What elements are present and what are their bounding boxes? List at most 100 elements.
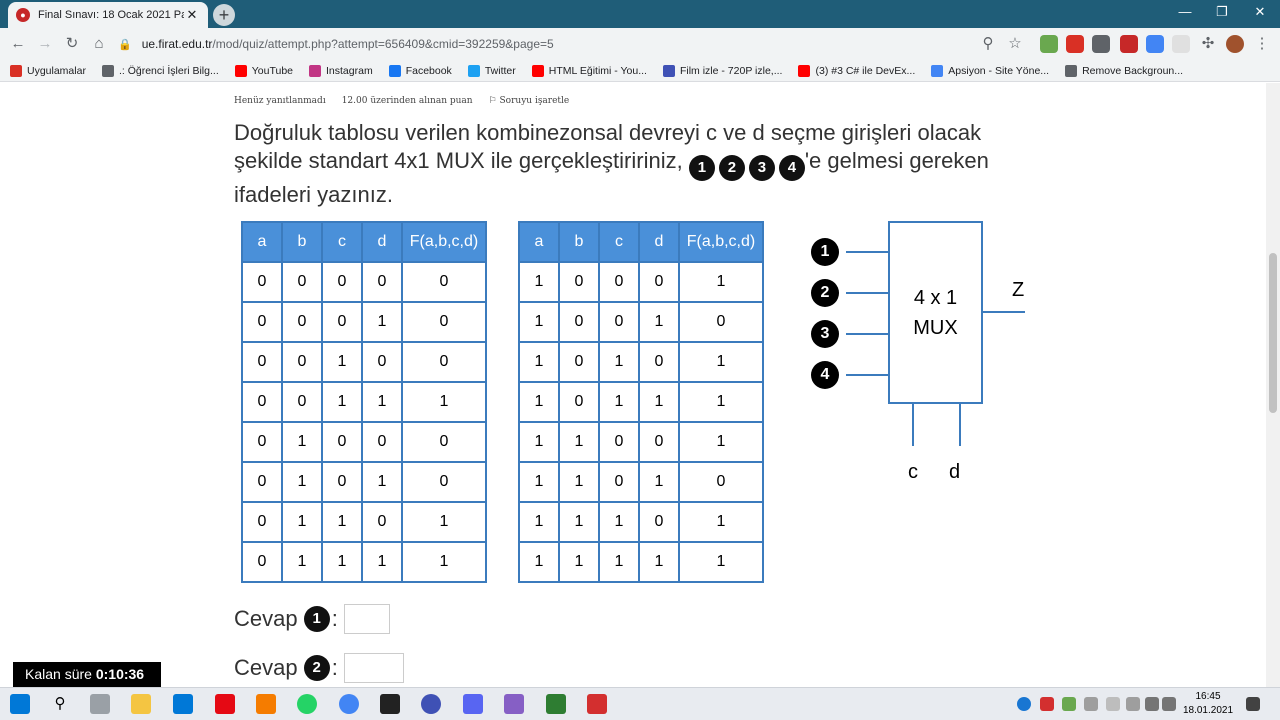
- new-tab-button[interactable]: +: [213, 4, 235, 26]
- tray-app-icon[interactable]: [1062, 697, 1076, 711]
- table-row: 11001: [518, 421, 764, 463]
- app-icon[interactable]: [421, 694, 441, 714]
- visual-studio-icon[interactable]: [504, 694, 524, 714]
- answer-2-input[interactable]: [343, 653, 404, 683]
- address-bar[interactable]: 🔒 ue.firat.edu.tr/mod/quiz/attempt.php?a…: [118, 31, 1038, 57]
- volume-icon[interactable]: [1162, 697, 1176, 711]
- scrollbar-thumb[interactable]: [1269, 253, 1277, 413]
- profile-avatar[interactable]: [1226, 35, 1244, 53]
- close-tab-icon[interactable]: ✕: [184, 7, 200, 23]
- notifications-icon[interactable]: [1246, 697, 1260, 711]
- zoom-icon[interactable]: ⚲: [978, 34, 998, 54]
- table-cell: 0: [281, 261, 323, 303]
- menu-icon[interactable]: ⋮: [1252, 34, 1272, 54]
- bookmark-item[interactable]: (3) #3 C# ile DevEx...: [798, 64, 916, 77]
- table-cell: 0: [598, 301, 640, 343]
- table-row: 01010: [241, 461, 487, 503]
- mux-select-d-label: d: [949, 461, 961, 483]
- table-cell: 1: [518, 501, 560, 543]
- window-close-icon[interactable]: ✕: [1245, 4, 1275, 20]
- table-cell: 0: [281, 381, 323, 423]
- page-scrollbar[interactable]: [1266, 83, 1280, 687]
- bookmark-item[interactable]: .: Öğrenci İşleri Bilg...: [101, 64, 219, 77]
- discord-icon[interactable]: [463, 694, 483, 714]
- table-cell: 0: [241, 461, 283, 503]
- table-cell: 1: [638, 461, 680, 503]
- bookmark-icon: [309, 64, 321, 77]
- bookmark-label: Instagram: [326, 64, 373, 77]
- whatsapp-icon[interactable]: [297, 694, 317, 714]
- table-row: 10111: [518, 381, 764, 423]
- answer-row-1: Cevap 1:: [234, 604, 390, 634]
- extension-icon[interactable]: [1040, 35, 1058, 53]
- tray-app-icon[interactable]: [1040, 697, 1054, 711]
- table-cell: 1: [518, 461, 560, 503]
- minimize-icon[interactable]: —: [1170, 4, 1200, 19]
- network-icon[interactable]: [1145, 697, 1159, 711]
- flag-question-link[interactable]: ⚐ Soruyu işaretle: [489, 96, 570, 106]
- table-cell: 1: [281, 421, 323, 463]
- table-cell: 1: [678, 261, 764, 303]
- bookmark-item[interactable]: Remove Backgroun...: [1065, 64, 1183, 77]
- taskbar-clock[interactable]: 16:45 18.01.2021: [1178, 690, 1238, 718]
- table-cell: 1: [678, 341, 764, 383]
- table-cell: 1: [281, 501, 323, 543]
- extension-icon[interactable]: [1092, 35, 1110, 53]
- extension-icon[interactable]: [1172, 35, 1190, 53]
- extensions-puzzle-icon[interactable]: ✣: [1198, 34, 1218, 54]
- bookmark-label: (3) #3 C# ile DevEx...: [815, 64, 916, 77]
- maximize-icon[interactable]: ❐: [1207, 4, 1237, 20]
- file-explorer-icon[interactable]: [131, 694, 151, 714]
- translate-icon[interactable]: [1146, 35, 1164, 53]
- bookmark-label: Uygulamalar: [27, 64, 86, 77]
- vlc-icon[interactable]: [256, 694, 276, 714]
- bookmark-item[interactable]: Uygulamalar: [10, 64, 86, 77]
- marker-3: 3: [748, 155, 775, 181]
- table-row: 11101: [518, 501, 764, 543]
- search-icon[interactable]: ⚲: [50, 694, 70, 714]
- forward-arrow-icon[interactable]: →: [35, 34, 55, 54]
- table-cell: 1: [321, 341, 363, 383]
- table-cell: 0: [401, 301, 487, 343]
- wifi-icon[interactable]: [1084, 697, 1098, 711]
- bookmark-item[interactable]: HTML Eğitimi - You...: [531, 64, 647, 77]
- bookmark-item[interactable]: Facebook: [388, 64, 452, 77]
- ime-icon[interactable]: [1126, 697, 1140, 711]
- table-cell: 0: [361, 261, 403, 303]
- bookmark-item[interactable]: Apsiyon - Site Yöne...: [931, 64, 1049, 77]
- task-view-icon[interactable]: [90, 694, 110, 714]
- pdf-reader-icon[interactable]: [587, 694, 607, 714]
- table-cell: 1: [598, 541, 640, 583]
- table-cell: 1: [678, 501, 764, 543]
- tray-help-icon[interactable]: [1017, 697, 1031, 711]
- bookmark-item[interactable]: YouTube: [234, 64, 293, 77]
- answer-1-input[interactable]: [343, 604, 390, 634]
- app-icon[interactable]: [546, 694, 566, 714]
- chrome-icon[interactable]: [339, 694, 359, 714]
- netflix-icon[interactable]: [215, 694, 235, 714]
- timer-value: 0:10:36: [95, 666, 145, 682]
- bookmark-star-icon[interactable]: ☆: [1005, 34, 1025, 54]
- home-icon[interactable]: ⌂: [89, 34, 109, 54]
- extension-icon[interactable]: [1066, 35, 1084, 53]
- tray-app-icon[interactable]: [1106, 697, 1120, 711]
- browser-tab[interactable]: ● Final Sınavı: 18 Ocak 2021 Pazart ✕: [8, 2, 208, 28]
- windows-start-icon[interactable]: [10, 694, 30, 714]
- table-row: 01101: [241, 501, 487, 543]
- table-row: 10101: [518, 341, 764, 383]
- bookmark-icon: [531, 64, 544, 77]
- extension-icon[interactable]: [1120, 35, 1138, 53]
- site-favicon-icon: ●: [16, 8, 30, 22]
- bookmark-item[interactable]: Instagram: [309, 64, 373, 77]
- table-cell: 1: [558, 501, 600, 543]
- mail-icon[interactable]: [173, 694, 193, 714]
- bookmark-item[interactable]: Twitter: [467, 64, 516, 77]
- notes-icon[interactable]: [380, 694, 400, 714]
- bookmark-item[interactable]: Film izle - 720P izle,...: [662, 64, 782, 77]
- bookmark-icon: [798, 64, 811, 77]
- reload-icon[interactable]: ↻: [62, 34, 82, 54]
- answer-label: Cevap: [234, 655, 298, 680]
- back-arrow-icon[interactable]: ←: [8, 34, 28, 54]
- table-cell: 0: [281, 301, 323, 343]
- answer-row-2: Cevap 2:: [234, 653, 404, 683]
